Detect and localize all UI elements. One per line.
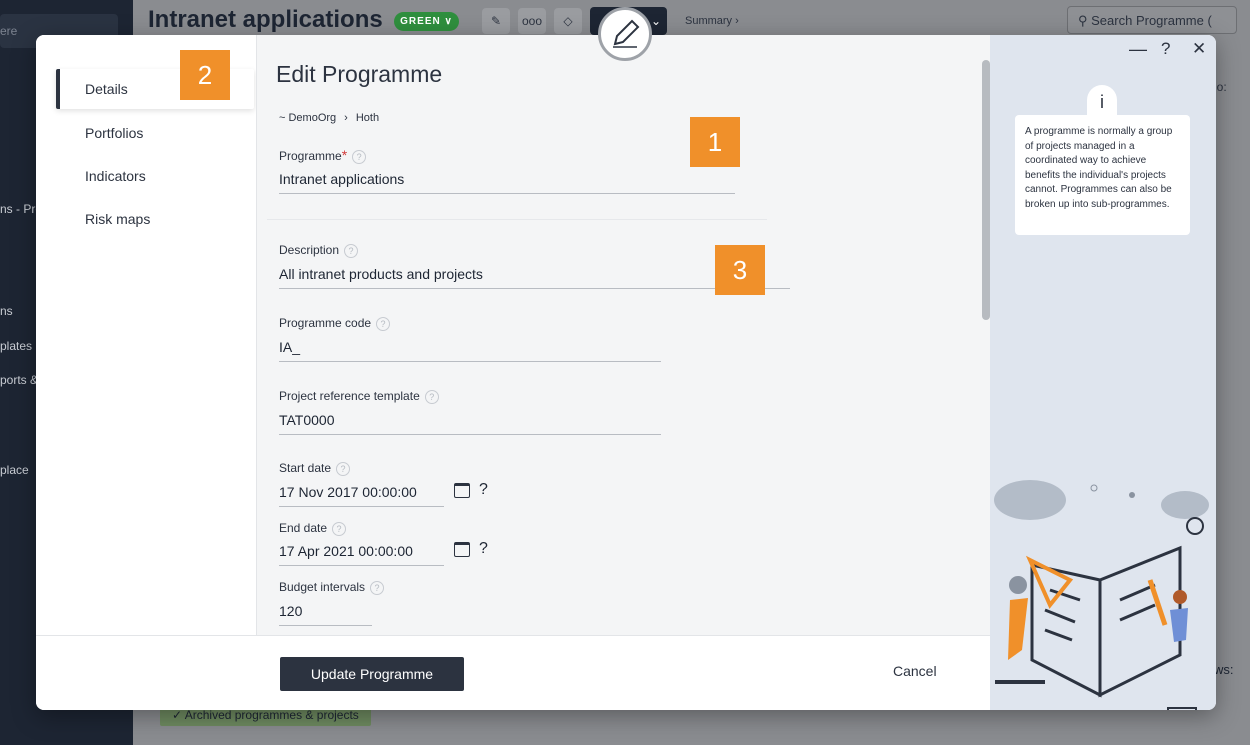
background-tag-icon: ◇	[554, 8, 582, 34]
update-programme-button[interactable]: Update Programme	[280, 657, 464, 691]
annotation-marker-1: 1	[690, 117, 740, 167]
nav-item-risk-maps[interactable]: Risk maps	[56, 199, 254, 239]
background-edit-icon: ✎	[482, 8, 510, 34]
section-divider	[267, 219, 767, 220]
start-date-label-text: Start date	[279, 461, 332, 475]
budget-intervals-field[interactable]: 120	[279, 603, 372, 626]
template-label: Project reference template?	[279, 389, 439, 404]
bg-sidebar-item: ns	[0, 304, 13, 318]
nav-item-portfolios[interactable]: Portfolios	[56, 113, 254, 153]
annotation-marker-3: 3	[715, 245, 765, 295]
info-tooltip: A programme is normally a group of proje…	[1015, 115, 1190, 235]
description-field[interactable]: All intranet products and projects	[279, 266, 790, 289]
annotation-marker-2: 2	[180, 50, 230, 100]
help-icon[interactable]: ?	[332, 521, 347, 536]
bg-sidebar-item: plates	[0, 339, 33, 353]
breadcrumb-current[interactable]: Hoth	[356, 112, 379, 124]
breadcrumb: ~ DemoOrg › Hoth	[279, 112, 379, 124]
start-date-label: Start date?	[279, 461, 351, 476]
required-indicator: *	[341, 147, 348, 163]
background-page-title: Intranet applications	[148, 6, 383, 33]
end-date-label-text: End date	[279, 521, 328, 535]
programme-label-text: Programme	[279, 149, 342, 163]
bg-sidebar-item: ports &	[0, 373, 39, 387]
pencil-icon	[613, 19, 640, 48]
end-date-help-icon[interactable]: ?	[479, 540, 488, 558]
programme-name-field[interactable]: Intranet applications	[279, 171, 735, 194]
start-date-field[interactable]: 17 Nov 2017 00:00:00	[279, 484, 444, 507]
background-views-label: ws:	[1214, 662, 1234, 677]
illustration-image	[994, 480, 1209, 710]
background-search-placeholder: Search Programme (	[1091, 13, 1212, 28]
template-label-text: Project reference template	[279, 389, 420, 403]
minimize-icon[interactable]: —	[1129, 39, 1147, 60]
background-search-input: ⚲ Search Programme (	[1067, 6, 1237, 34]
background-more-icon: ooo	[518, 8, 546, 34]
background-summary-link: Summary ›	[685, 15, 739, 27]
programme-label: Programme*?	[279, 147, 367, 164]
background-status-badge: GREEN ∨	[394, 12, 459, 31]
cancel-button[interactable]: Cancel	[893, 663, 937, 679]
dialog-footer: Update Programme Cancel	[36, 635, 990, 710]
help-icon[interactable]: ?	[336, 461, 351, 476]
budget-intervals-label: Budget intervals?	[279, 580, 385, 595]
bg-sidebar-text: ere	[0, 24, 18, 38]
programme-code-label: Programme code?	[279, 316, 391, 331]
close-icon[interactable]: ✕	[1192, 39, 1206, 59]
breadcrumb-org[interactable]: ~ DemoOrg	[279, 112, 336, 124]
breadcrumb-separator: ›	[344, 112, 348, 124]
reference-template-field[interactable]: TAT0000	[279, 412, 661, 435]
help-icon[interactable]: ?	[344, 243, 359, 258]
help-icon[interactable]: ?	[424, 389, 439, 404]
dialog-title: Edit Programme	[276, 61, 443, 87]
form-scrollbar[interactable]	[982, 60, 990, 320]
details-form: Edit Programme ~ DemoOrg › Hoth Programme*…	[256, 35, 990, 635]
help-panel: — ? ✕ i A programme is normally a group …	[990, 35, 1216, 710]
bg-sidebar-item: place	[0, 463, 29, 477]
nav-item-indicators[interactable]: Indicators	[56, 156, 254, 196]
end-date-label: End date?	[279, 521, 347, 536]
calendar-icon[interactable]	[454, 542, 470, 557]
description-label: Description?	[279, 243, 359, 258]
programme-code-field[interactable]: IA_	[279, 339, 661, 362]
end-date-field[interactable]: 17 Apr 2021 00:00:00	[279, 543, 444, 566]
start-date-help-icon[interactable]: ?	[479, 481, 488, 499]
help-icon[interactable]: ?	[370, 580, 385, 595]
edit-programme-dialog: Details Portfolios Indicators Risk maps …	[36, 35, 1216, 710]
help-icon[interactable]: ?	[1161, 39, 1170, 59]
edit-pencil-icon	[598, 7, 652, 61]
info-icon: i	[1087, 85, 1117, 119]
programme-code-label-text: Programme code	[279, 316, 372, 330]
help-icon[interactable]: ?	[376, 316, 391, 331]
calendar-icon[interactable]	[454, 483, 470, 498]
help-icon[interactable]: ?	[352, 149, 367, 164]
dialog-navigation: Details Portfolios Indicators Risk maps	[36, 35, 256, 635]
description-label-text: Description	[279, 243, 340, 257]
budget-intervals-label-text: Budget intervals	[279, 580, 366, 594]
